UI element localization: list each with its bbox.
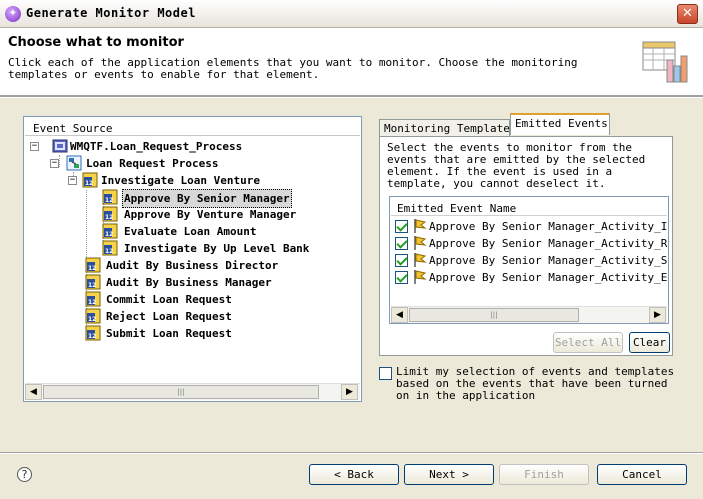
window-title: Generate Monitor Model — [26, 6, 196, 20]
help-icon[interactable]: ? — [17, 467, 32, 482]
svg-text:12: 12 — [85, 180, 93, 187]
wizard-header: Choose what to monitor Click each of the… — [0, 28, 703, 96]
event-flag-icon — [414, 270, 427, 284]
activity-icon: 12 — [102, 240, 118, 256]
activity-icon: 12 — [102, 189, 118, 205]
event-checkbox[interactable] — [395, 237, 408, 250]
table-row[interactable]: Approve By Senior Manager_Activity_Imple… — [395, 218, 667, 235]
finish-button[interactable]: Finish — [499, 464, 589, 485]
select-all-button[interactable]: Select All — [553, 332, 623, 353]
process-icon — [66, 155, 82, 171]
activity-icon: 12 — [85, 291, 101, 307]
event-name: Approve By Senior Manager_Activity_Imple… — [429, 220, 667, 233]
event-name: Approve By Senior Manager_Activity_Ready — [429, 237, 667, 250]
svg-text:12: 12 — [88, 265, 96, 272]
tree-item-label: Audit By Business Director — [106, 259, 279, 272]
next-button[interactable]: Next > — [404, 464, 494, 485]
limit-selection-checkbox[interactable] — [379, 367, 392, 380]
event-flag-icon — [414, 253, 427, 267]
emitted-events-table: Emitted Event Name Approve By Senior Man… — [389, 196, 669, 324]
page-title: Choose what to monitor — [8, 35, 184, 50]
footer-separator — [0, 452, 703, 454]
event-source-title: Event Source — [33, 122, 113, 135]
app-icon: ✦ — [5, 6, 21, 22]
tree-item-label: Investigate By Up Level Bank — [124, 242, 310, 255]
event-checkbox[interactable] — [395, 220, 408, 233]
scroll-left-arrow-icon[interactable]: ◀ — [391, 307, 408, 323]
panel-divider — [25, 135, 360, 136]
scroll-right-arrow-icon[interactable]: ▶ — [341, 384, 358, 400]
svg-text:12: 12 — [88, 333, 96, 340]
tab-emitted-events[interactable]: Emitted Events — [510, 113, 610, 135]
clear-button[interactable]: Clear — [629, 332, 670, 353]
scroll-thumb[interactable]: ||| — [409, 308, 579, 322]
title-bar: ✦ Generate Monitor Model ✕ — [0, 0, 703, 28]
tree-item-label: Loan Request Process — [86, 157, 219, 170]
activity-icon: 12 — [102, 206, 118, 222]
tree-horizontal-scrollbar[interactable]: ◀ ||| ▶ — [25, 383, 360, 400]
scroll-right-arrow-icon[interactable]: ▶ — [649, 307, 666, 323]
table-row[interactable]: Approve By Senior Manager_Activity_Ready — [395, 235, 667, 252]
limit-selection-label: Limit my selection of events and templat… — [396, 365, 675, 402]
tree-item-label: Approve By Venture Manager — [124, 208, 297, 221]
column-header-emitted-event-name[interactable]: Emitted Event Name — [397, 202, 516, 215]
activity-icon: 12 — [85, 325, 101, 341]
header-separator — [0, 96, 703, 98]
event-checkbox[interactable] — [395, 254, 408, 267]
tree-item-label: Submit Loan Request — [106, 327, 232, 340]
tree-item-label: Evaluate Loan Amount — [124, 225, 257, 238]
collapse-icon[interactable]: − — [30, 142, 39, 151]
svg-text:12: 12 — [105, 231, 113, 238]
back-button[interactable]: < Back — [309, 464, 399, 485]
page-description: Click each of the application elements t… — [8, 56, 578, 81]
close-button[interactable]: ✕ — [677, 4, 698, 24]
table-divider — [391, 215, 667, 216]
event-checkbox[interactable] — [395, 271, 408, 284]
svg-text:12: 12 — [88, 282, 96, 289]
event-flag-icon — [414, 219, 427, 233]
event-name: Approve By Senior Manager_Activity_Ended — [429, 271, 667, 284]
scroll-left-arrow-icon[interactable]: ◀ — [25, 384, 42, 400]
event-name: Approve By Senior Manager_Activity_Start… — [429, 254, 667, 267]
svg-text:12: 12 — [105, 214, 113, 221]
table-row[interactable]: Approve By Senior Manager_Activity_Ended — [395, 269, 667, 286]
events-horizontal-scrollbar[interactable]: ◀ ||| ▶ — [391, 306, 667, 323]
tree-item-label: Commit Loan Request — [106, 293, 232, 306]
event-flag-icon — [414, 236, 427, 250]
tree-item-label: Reject Loan Request — [106, 310, 232, 323]
svg-text:12: 12 — [88, 316, 96, 323]
tree-item-label: Investigate Loan Venture — [101, 174, 260, 187]
application-icon — [52, 139, 68, 153]
tree-item-label: Audit By Business Manager — [106, 276, 272, 289]
table-row[interactable]: Approve By Senior Manager_Activity_Start… — [395, 252, 667, 269]
activity-icon: 12 — [102, 223, 118, 239]
activity-icon: 12 — [82, 172, 98, 188]
scroll-thumb[interactable]: ||| — [43, 385, 319, 399]
activity-icon: 12 — [85, 274, 101, 290]
svg-text:12: 12 — [105, 197, 113, 204]
cancel-button[interactable]: Cancel — [597, 464, 687, 485]
event-source-panel: Event Source − WMQTF.Loan_Request_Proces… — [23, 116, 362, 402]
activity-icon: 12 — [85, 308, 101, 324]
svg-text:12: 12 — [88, 299, 96, 306]
emitted-events-panel: Select the events to monitor from the ev… — [379, 136, 673, 356]
svg-text:12: 12 — [105, 248, 113, 255]
activity-icon: 12 — [85, 257, 101, 273]
emitted-events-description: Select the events to monitor from the ev… — [387, 141, 646, 190]
tree-item-label: WMQTF.Loan_Request_Process — [70, 140, 243, 153]
collapse-icon[interactable]: − — [68, 176, 77, 185]
collapse-icon[interactable]: − — [50, 159, 59, 168]
tree-line — [59, 155, 60, 167]
monitor-model-icon — [642, 41, 688, 83]
